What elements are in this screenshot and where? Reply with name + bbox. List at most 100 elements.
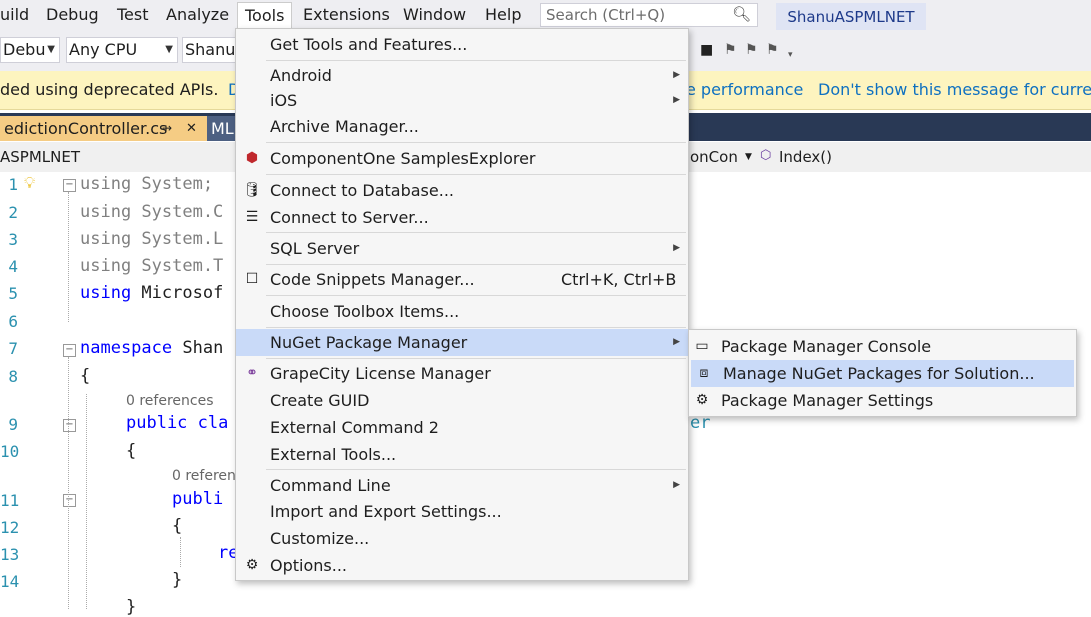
- line-number: 4: [8, 257, 18, 276]
- lightbulb-icon[interactable]: 💡︎: [24, 173, 35, 193]
- indent-guide: [180, 537, 181, 567]
- next-bookmark-icon[interactable]: ⚑: [745, 42, 758, 58]
- componentone-icon: ⬢: [245, 150, 259, 166]
- code-line: public cla: [126, 413, 229, 433]
- console-icon: ▭: [695, 338, 709, 354]
- info-dismiss-link[interactable]: Don't show this message for current: [818, 80, 1091, 99]
- project-dropdown[interactable]: ASPMLNET: [0, 148, 80, 166]
- server-connect-icon: ☰: [245, 209, 259, 225]
- submenu-arrow-icon: ▶: [673, 70, 680, 80]
- line-number: 2: [8, 203, 18, 222]
- collapse-icon[interactable]: −: [63, 419, 76, 432]
- tab-label: edictionController.cs: [4, 119, 168, 138]
- menu-build[interactable]: uild: [0, 0, 29, 30]
- collapse-icon[interactable]: −: [63, 179, 76, 192]
- menu-separator: [266, 295, 686, 296]
- platform-combo[interactable]: Any CPU ▼: [66, 37, 178, 63]
- menu-item-customize[interactable]: Customize...: [236, 525, 688, 552]
- menu-item-package-manager-settings[interactable]: ⚙ Package Manager Settings: [689, 387, 1076, 414]
- code-line: }: [126, 597, 137, 617]
- code-line: using System.L: [80, 229, 224, 249]
- menu-help[interactable]: Help: [485, 0, 521, 30]
- menu-item-sql-server[interactable]: SQL Server ▶: [236, 235, 688, 262]
- collapse-icon[interactable]: −: [63, 494, 76, 507]
- menu-window[interactable]: Window: [403, 0, 466, 30]
- menu-item-manage-nuget-packages[interactable]: ⧈ Manage NuGet Packages for Solution...: [691, 360, 1074, 387]
- collapse-icon[interactable]: −: [63, 344, 76, 357]
- code-line: namespace Shan: [80, 338, 224, 358]
- grapecity-icon: ⚭: [246, 365, 258, 381]
- line-number: 10: [0, 442, 20, 461]
- menu-separator: [266, 232, 686, 233]
- menu-item-get-tools[interactable]: Get Tools and Features...: [236, 31, 688, 58]
- line-number: 12: [0, 518, 20, 537]
- menu-item-import-export[interactable]: Import and Export Settings...: [236, 498, 688, 525]
- close-icon[interactable]: ✕: [186, 116, 197, 141]
- menu-debug[interactable]: Debug: [46, 0, 99, 30]
- menu-item-package-manager-console[interactable]: ▭ Package Manager Console: [689, 333, 1076, 360]
- menu-item-grapecity[interactable]: ⚭ GrapeCity License Manager: [236, 360, 688, 387]
- menu-test[interactable]: Test: [117, 0, 149, 30]
- bookmark-icon[interactable]: ■: [700, 42, 713, 58]
- menu-item-options[interactable]: ⚙ Options...: [236, 552, 688, 579]
- tools-menu-dropdown: Get Tools and Features... Android ▶ iOS ▶ …: [235, 28, 689, 581]
- submenu-arrow-icon: ▶: [673, 95, 680, 105]
- clear-bookmarks-icon[interactable]: ⚑: [766, 42, 779, 58]
- search-icon: 🔍︎: [731, 5, 751, 23]
- startup-project-combo[interactable]: Shanu: [182, 37, 242, 63]
- codelens-references[interactable]: 0 referen: [172, 468, 236, 484]
- menu-item-choose-toolbox[interactable]: Choose Toolbox Items...: [236, 298, 688, 325]
- menu-item-external-tools[interactable]: External Tools...: [236, 441, 688, 468]
- menu-bar: uild Debug Test Analyze Tools Extensions…: [0, 0, 1091, 31]
- line-number: 6: [8, 312, 18, 331]
- gear-icon: ⚙: [695, 392, 709, 408]
- database-connect-icon: 🛢︎: [243, 182, 261, 198]
- code-line: publi: [172, 489, 224, 509]
- member-dropdown[interactable]: Index(): [779, 148, 832, 166]
- line-number: 9: [8, 415, 18, 434]
- platform-value: Any CPU: [69, 40, 138, 59]
- configuration-value: Debu: [3, 40, 46, 59]
- menu-item-android[interactable]: Android ▶: [236, 62, 688, 89]
- code-line: using System.C: [80, 202, 224, 222]
- code-line: {: [126, 441, 137, 461]
- menu-item-external-command-2[interactable]: External Command 2: [236, 414, 688, 441]
- menu-item-command-line[interactable]: Command Line ▶: [236, 472, 688, 499]
- submenu-arrow-icon: ▶: [673, 337, 680, 347]
- codelens-references[interactable]: 0 references: [126, 393, 214, 409]
- menu-item-archive-manager[interactable]: Archive Manager...: [236, 113, 688, 140]
- menu-separator: [266, 327, 686, 328]
- menu-item-nuget-package-manager[interactable]: NuGet Package Manager ▶: [236, 329, 688, 356]
- menu-separator: [266, 142, 686, 143]
- menu-separator: [266, 469, 686, 470]
- prev-bookmark-icon[interactable]: ⚑: [724, 42, 737, 58]
- menu-extensions[interactable]: Extensions: [303, 0, 390, 30]
- menu-item-componentone[interactable]: ⬢ ComponentOne SamplesExplorer: [236, 145, 688, 172]
- nuget-submenu: ▭ Package Manager Console ⧈ Manage NuGet P…: [688, 329, 1077, 417]
- menu-analyze[interactable]: Analyze: [166, 0, 229, 30]
- menu-tools[interactable]: Tools: [237, 2, 293, 30]
- startup-project-value: Shanu: [185, 40, 236, 59]
- search-box[interactable]: Search (Ctrl+Q) 🔍︎: [540, 3, 758, 27]
- menu-item-connect-server[interactable]: ☰ Connect to Server...: [236, 204, 688, 231]
- chevron-down-icon: ▼: [745, 152, 752, 162]
- search-placeholder: Search (Ctrl+Q): [546, 6, 666, 24]
- tab-prediction-controller[interactable]: edictionController.cs ⇸ ✕: [0, 116, 213, 141]
- tab-label: ML: [211, 119, 234, 138]
- line-number: 5: [8, 284, 18, 303]
- configuration-combo[interactable]: Debu ▼: [0, 37, 60, 63]
- menu-item-code-snippets[interactable]: ☐ Code Snippets Manager... Ctrl+K, Ctrl+B: [236, 266, 688, 293]
- menu-item-connect-database[interactable]: 🛢︎ Connect to Database...: [236, 177, 688, 204]
- toolbar-overflow-icon[interactable]: ▾: [788, 50, 793, 60]
- indent-guide: [68, 357, 69, 609]
- pin-icon[interactable]: ⇸: [162, 116, 172, 141]
- line-number: 13: [0, 545, 20, 564]
- menu-separator: [266, 358, 686, 359]
- code-line: using System;: [80, 174, 214, 194]
- type-dropdown[interactable]: onCon: [690, 148, 738, 166]
- info-performance-link[interactable]: e performance: [686, 80, 803, 99]
- snippet-icon: ☐: [245, 271, 259, 287]
- menu-item-create-guid[interactable]: Create GUID: [236, 387, 688, 414]
- menu-item-ios[interactable]: iOS ▶: [236, 87, 688, 114]
- menu-separator: [266, 174, 686, 175]
